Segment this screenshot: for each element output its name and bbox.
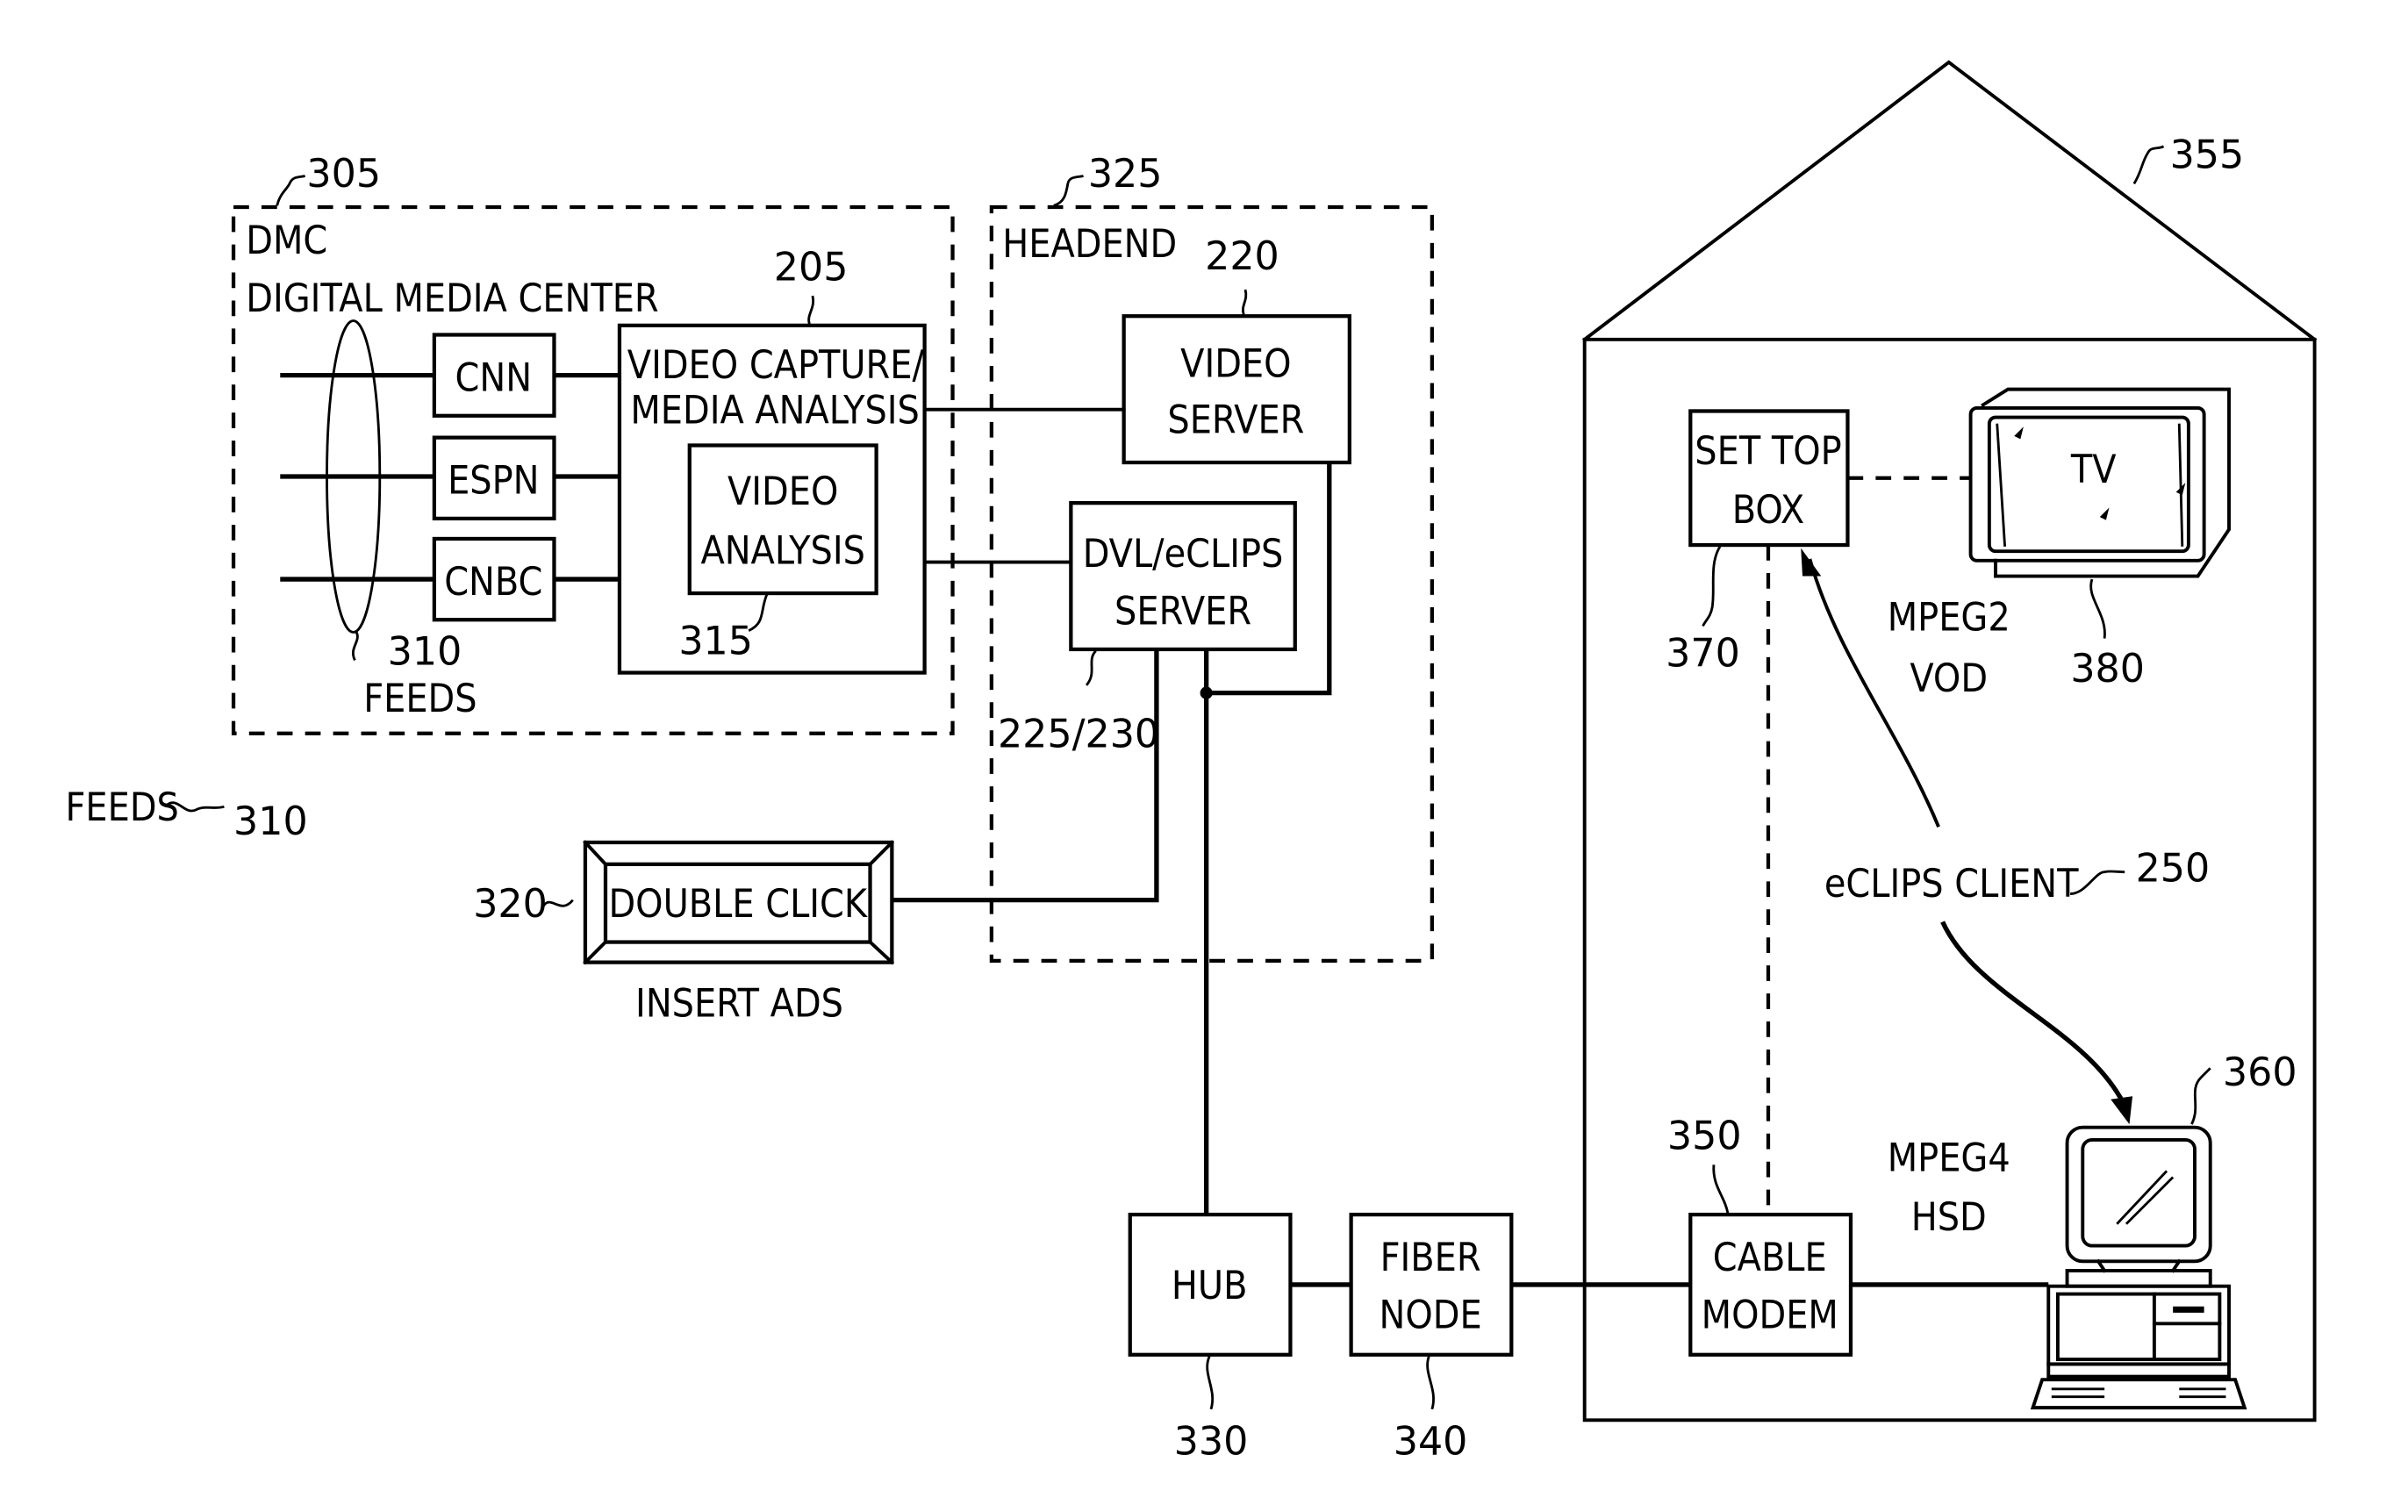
eclips-arrow-lower xyxy=(1940,921,2127,1107)
doubleclick-label: DOUBLE CLICK xyxy=(608,882,867,927)
mpeg4-line2: HSD xyxy=(1911,1195,1987,1240)
headend-ref: 325 xyxy=(1088,152,1163,197)
doubleclick-ref: 320 xyxy=(473,882,548,927)
dvl-to-doubleclick-line xyxy=(892,649,1159,903)
set-top-box-leader xyxy=(1702,546,1722,627)
fiber-node-box: FIBER NODE 340 xyxy=(1349,1212,1514,1464)
fiber-node-line2: NODE xyxy=(1380,1293,1482,1338)
doubleclick-box: DOUBLE CLICK 320 INSERT ADS xyxy=(473,840,895,1027)
analysis-ref: 315 xyxy=(678,619,753,663)
hub-box: HUB 330 xyxy=(1128,1212,1293,1464)
video-server-line1: VIDEO xyxy=(1180,341,1291,386)
dmc-region: 305 DMC DIGITAL MEDIA CENTER 310 FEEDS C… xyxy=(231,152,955,735)
network-diagram: 305 DMC DIGITAL MEDIA CENTER 310 FEEDS C… xyxy=(65,60,2318,1464)
doubleclick-leader xyxy=(541,899,574,907)
computer-ref: 360 xyxy=(2223,1050,2297,1095)
mpeg2-line1: MPEG2 xyxy=(1888,596,2010,641)
capture-label-line2: MEDIA ANALYSIS xyxy=(630,389,920,434)
junction-dot xyxy=(1200,686,1213,699)
dmc-title-short: DMC xyxy=(246,219,327,263)
home-region: 355 SET TOP BOX 370 TV 380 MPEG2 VOD eCL… xyxy=(1581,60,2318,1422)
dmc-leader xyxy=(276,175,305,206)
tv-leader xyxy=(2089,578,2106,639)
tv-label: TV xyxy=(2070,448,2117,492)
channel-box-cnbc: CNBC xyxy=(432,536,556,622)
video-server-box: VIDEO SERVER 220 xyxy=(1122,234,1351,465)
cable-modem-leader xyxy=(1712,1164,1730,1214)
set-top-box-line2: BOX xyxy=(1732,488,1804,533)
fiber-node-ref: 340 xyxy=(1394,1419,1468,1464)
feeds-leader xyxy=(352,631,359,662)
cable-modem-line2: MODEM xyxy=(1702,1293,1838,1338)
fiber-node-line1: FIBER xyxy=(1380,1236,1481,1280)
capture-leader xyxy=(807,295,815,325)
feeds-legend: FEEDS 310 xyxy=(65,785,307,844)
computer-leader xyxy=(2190,1067,2211,1125)
arrowhead-to-stb xyxy=(1801,548,1822,577)
dvl-server-line1: DVL/eCLIPS xyxy=(1083,532,1284,577)
home-ref: 355 xyxy=(2170,133,2245,178)
computer-icon: 360 xyxy=(2030,1050,2297,1410)
hub-ref: 330 xyxy=(1174,1419,1249,1464)
video-server-ref: 220 xyxy=(1205,234,1279,279)
home-leader xyxy=(2132,145,2165,185)
dvl-server-leader xyxy=(1085,649,1097,686)
channel-box-cnn: CNN xyxy=(432,333,556,418)
tv-ref: 380 xyxy=(2070,647,2145,692)
dvl-server-line2: SERVER xyxy=(1114,590,1251,634)
hub-label: HUB xyxy=(1172,1264,1248,1308)
mpeg2-line2: VOD xyxy=(1910,656,1988,701)
feeds-label: FEEDS xyxy=(363,677,477,721)
arrowhead-to-pc xyxy=(2111,1096,2133,1125)
feeds-legend-label: FEEDS xyxy=(65,785,178,830)
mpeg4-line1: MPEG4 xyxy=(1888,1136,2010,1180)
feeds-ref: 310 xyxy=(388,630,462,675)
headend-leader xyxy=(1053,175,1084,207)
headend-title: HEADEND xyxy=(1002,222,1177,267)
dvl-eclips-server-box: DVL/eCLIPS SERVER 225/230 xyxy=(998,501,1297,757)
dvl-server-ref: 225/230 xyxy=(998,713,1159,757)
dmc-ref: 305 xyxy=(306,152,381,197)
capture-label-line1: VIDEO CAPTURE/ xyxy=(627,343,925,388)
tv-icon: TV 380 xyxy=(1968,387,2231,692)
set-top-box-line1: SET TOP xyxy=(1695,429,1841,474)
video-server-line2: SERVER xyxy=(1167,398,1304,442)
eclips-client-ref: 250 xyxy=(2136,846,2211,891)
feeds-legend-ref: 310 xyxy=(233,799,308,844)
fiber-node-leader xyxy=(1426,1356,1435,1410)
analysis-label-line1: VIDEO xyxy=(727,469,838,514)
channel-label: ESPN xyxy=(448,458,539,503)
doubleclick-caption: INSERT ADS xyxy=(635,982,843,1027)
cable-modem-ref: 350 xyxy=(1667,1114,1742,1159)
hub-leader xyxy=(1206,1355,1215,1410)
analysis-label-line2: ANALYSIS xyxy=(700,528,864,573)
home-roof xyxy=(1581,60,2318,342)
set-top-box-ref: 370 xyxy=(1666,631,1740,676)
capture-ref: 205 xyxy=(774,245,849,290)
eclips-client-label: eCLIPS CLIENT xyxy=(1824,862,2079,906)
set-top-box: SET TOP BOX 370 xyxy=(1666,409,1850,676)
dmc-title-long: DIGITAL MEDIA CENTER xyxy=(246,276,658,321)
channel-label: CNN xyxy=(455,355,533,400)
cable-modem-box: CABLE MODEM 350 xyxy=(1667,1114,1853,1357)
headend-region: 325 HEADEND VIDEO SERVER 220 DVL/eCLIPS … xyxy=(892,152,1434,1215)
channel-label: CNBC xyxy=(444,560,542,605)
video-server-leader xyxy=(1242,289,1248,315)
cable-modem-line1: CABLE xyxy=(1713,1236,1827,1280)
channel-box-espn: ESPN xyxy=(432,435,556,521)
